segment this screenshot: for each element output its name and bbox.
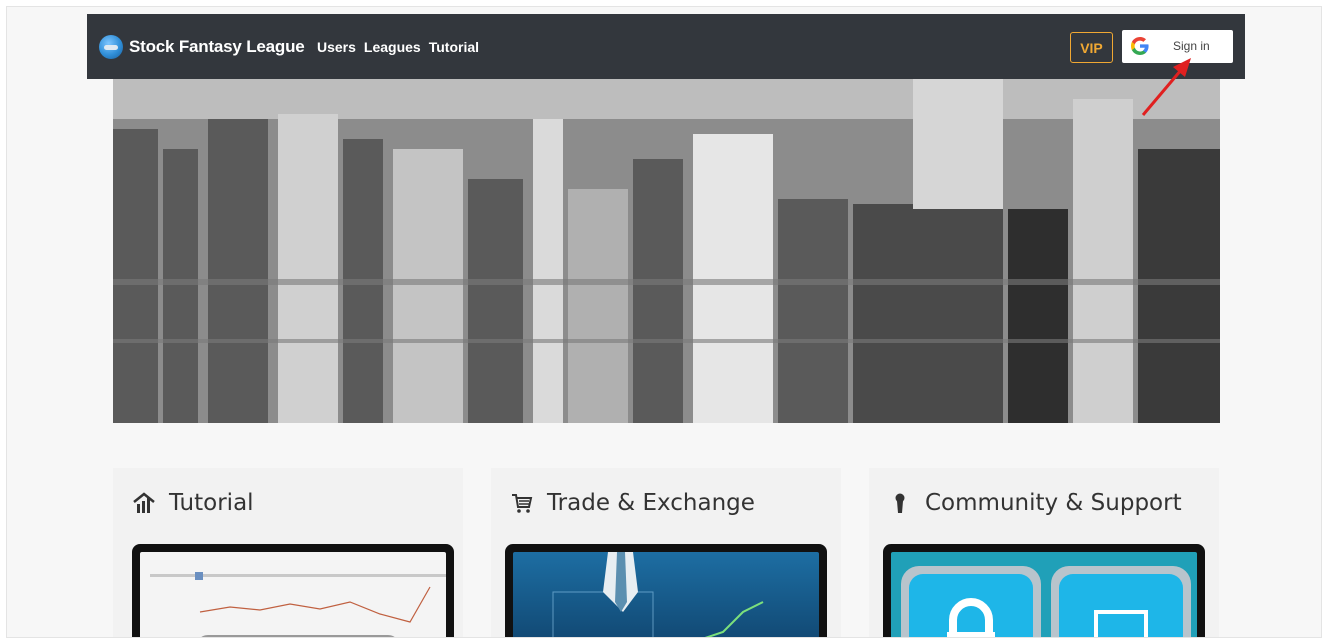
vip-button[interactable]: VIP bbox=[1070, 32, 1113, 63]
card-title: Trade & Exchange bbox=[547, 490, 755, 516]
card-trade-exchange[interactable]: Trade & Exchange bbox=[491, 468, 841, 637]
annotation-arrow-icon bbox=[1141, 58, 1191, 116]
card-community-support[interactable]: Community & Support bbox=[869, 468, 1219, 637]
card-title-row: Trade & Exchange bbox=[511, 488, 755, 518]
nav-links: Users Leagues Tutorial bbox=[317, 14, 487, 79]
navbar: Stock Fantasy League Users Leagues Tutor… bbox=[87, 14, 1245, 79]
brand-logo-icon bbox=[99, 35, 123, 59]
page: Stock Fantasy League Users Leagues Tutor… bbox=[87, 14, 1245, 637]
chart-bars-icon bbox=[133, 492, 155, 514]
brand-name: Stock Fantasy League bbox=[129, 37, 305, 56]
nav-link-users[interactable]: Users bbox=[317, 39, 356, 55]
card-title-row: Community & Support bbox=[889, 488, 1182, 518]
shopping-cart-icon bbox=[511, 492, 533, 514]
card-title: Tutorial bbox=[169, 490, 254, 516]
browser-viewport: Stock Fantasy League Users Leagues Tutor… bbox=[6, 6, 1322, 638]
card-tutorial[interactable]: Tutorial bbox=[113, 468, 463, 637]
card-title-row: Tutorial bbox=[133, 488, 254, 518]
signin-label: Sign in bbox=[1173, 39, 1210, 53]
keyhole-icon bbox=[889, 492, 911, 514]
nav-link-tutorial[interactable]: Tutorial bbox=[429, 39, 479, 55]
card-image-tutorial bbox=[132, 544, 454, 637]
card-image-trade bbox=[505, 544, 827, 637]
nav-link-leagues[interactable]: Leagues bbox=[364, 39, 421, 55]
brand[interactable]: Stock Fantasy League bbox=[99, 35, 305, 59]
hero-skyline-image bbox=[113, 79, 1220, 423]
card-image-community bbox=[883, 544, 1205, 637]
card-title: Community & Support bbox=[925, 490, 1182, 516]
